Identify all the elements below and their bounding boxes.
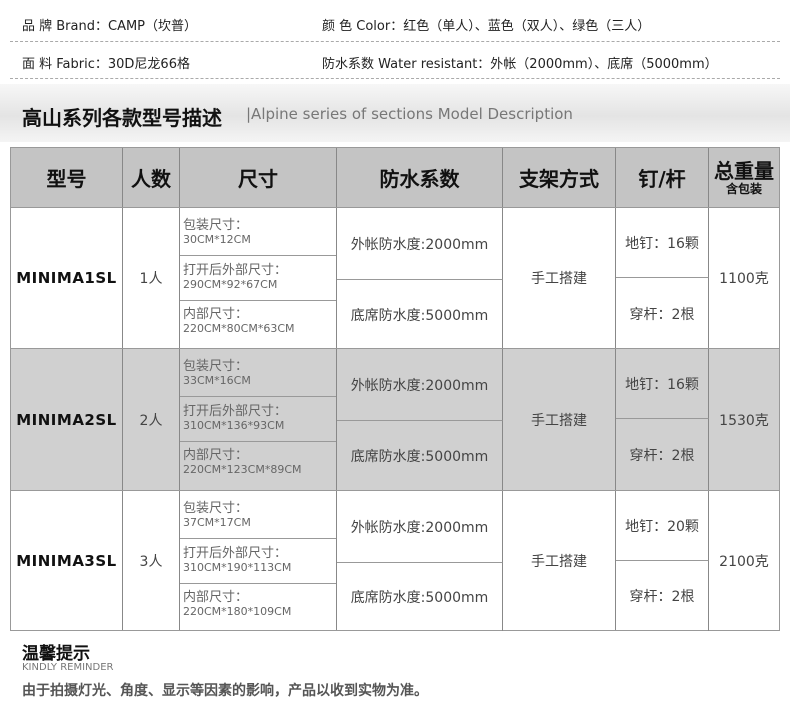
poles-cell: 穿杆：2根 bbox=[616, 278, 709, 349]
spec-row-2: 面 料 Fabric：30D尼龙66格 防水系数 Water resistant… bbox=[0, 43, 790, 79]
open-size-cell: 打开后外部尺寸： 310CM*190*113CM bbox=[180, 546, 336, 584]
model-table: 型号 人数 尺寸 防水系数 支架方式 钉/杆 总重量 含包装 MINIMA1SL… bbox=[10, 147, 780, 631]
nails-cell: 地钉：16颗 bbox=[616, 349, 709, 419]
pack-size-value: 30CM*12CM bbox=[183, 233, 251, 246]
people-cell: 1人 bbox=[123, 208, 180, 348]
model-cell: MINIMA2SL bbox=[11, 349, 123, 490]
header-people: 人数 bbox=[123, 148, 180, 207]
table-row: MINIMA3SL 3人 包装尺寸： 37CM*17CM 打开后外部尺寸： 31… bbox=[11, 490, 779, 631]
pack-size-cell: 包装尺寸： 33CM*16CM bbox=[180, 359, 336, 397]
weight-cell: 1100克 bbox=[719, 271, 769, 287]
outer-water-cell: 外帐防水度:2000mm bbox=[337, 349, 503, 421]
support-cell: 手工搭建 bbox=[503, 349, 616, 490]
color-spec: 颜 色 Color：红色（单人）、蓝色（双人）、绿色（三人） bbox=[322, 19, 651, 34]
nails-cell: 地钉：20颗 bbox=[616, 491, 709, 561]
pack-size-cell: 包装尺寸： 30CM*12CM bbox=[180, 218, 336, 256]
table-row: MINIMA2SL 2人 包装尺寸： 33CM*16CM 打开后外部尺寸： 31… bbox=[11, 348, 779, 491]
divider bbox=[10, 41, 780, 42]
open-size-value: 290CM*92*67CM bbox=[183, 278, 278, 291]
header-weight-sub: 含包装 bbox=[725, 181, 762, 196]
people-cell: 3人 bbox=[123, 491, 180, 630]
header-weight: 总重量 含包装 bbox=[709, 148, 779, 207]
divider bbox=[10, 78, 780, 79]
pack-size-value: 37CM*17CM bbox=[183, 516, 251, 529]
support-cell: 手工搭建 bbox=[503, 208, 616, 348]
model-cell: MINIMA1SL bbox=[11, 208, 123, 348]
open-size-value: 310CM*136*93CM bbox=[183, 419, 285, 432]
table-row: MINIMA1SL 1人 包装尺寸： 30CM*12CM 打开后外部尺寸： 29… bbox=[11, 207, 779, 349]
open-size-value: 310CM*190*113CM bbox=[183, 561, 292, 574]
open-size-label: 打开后外部尺寸： bbox=[183, 546, 288, 561]
fabric-spec: 面 料 Fabric：30D尼龙66格 bbox=[22, 57, 190, 72]
inner-size-label: 内部尺寸： bbox=[183, 448, 249, 463]
header-model: 型号 bbox=[11, 148, 123, 207]
open-size-label: 打开后外部尺寸： bbox=[183, 263, 288, 278]
header-size: 尺寸 bbox=[180, 148, 337, 207]
pack-size-label: 包装尺寸： bbox=[183, 359, 249, 374]
outer-water-cell: 外帐防水度:2000mm bbox=[337, 208, 503, 280]
floor-water-cell: 底席防水度:5000mm bbox=[337, 563, 503, 631]
weight-cell: 1530克 bbox=[719, 412, 769, 429]
nails-cell: 地钉：16颗 bbox=[616, 208, 709, 278]
inner-size-cell: 内部尺寸： 220CM*80CM*63CM bbox=[180, 307, 336, 347]
section-title: 高山系列各款型号描述 bbox=[22, 106, 222, 130]
reminder-text: 由于拍摄灯光、角度、显示等因素的影响，产品以收到实物为准。 bbox=[22, 683, 428, 699]
inner-size-value: 220CM*123CM*89CM bbox=[183, 463, 302, 476]
header-waterproof: 防水系数 bbox=[337, 148, 503, 207]
pack-size-cell: 包装尺寸： 37CM*17CM bbox=[180, 501, 336, 539]
floor-water-cell: 底席防水度:5000mm bbox=[337, 421, 503, 491]
header-nails: 钉/杆 bbox=[616, 148, 709, 207]
people-cell: 2人 bbox=[123, 349, 180, 490]
reminder-title: 温馨提示 bbox=[22, 644, 90, 664]
floor-water-cell: 底席防水度:5000mm bbox=[337, 280, 503, 349]
poles-cell: 穿杆：2根 bbox=[616, 561, 709, 631]
support-cell: 手工搭建 bbox=[503, 491, 616, 630]
inner-size-cell: 内部尺寸： 220CM*180*109CM bbox=[180, 590, 336, 630]
weight-cell: 2100克 bbox=[719, 553, 769, 570]
poles-cell: 穿杆：2根 bbox=[616, 419, 709, 491]
open-size-label: 打开后外部尺寸： bbox=[183, 404, 288, 419]
inner-size-label: 内部尺寸： bbox=[183, 590, 249, 605]
inner-size-label: 内部尺寸： bbox=[183, 307, 249, 322]
open-size-cell: 打开后外部尺寸： 310CM*136*93CM bbox=[180, 404, 336, 442]
header-weight-label: 总重量 bbox=[714, 158, 774, 183]
inner-size-cell: 内部尺寸： 220CM*123CM*89CM bbox=[180, 448, 336, 489]
inner-size-value: 220CM*80CM*63CM bbox=[183, 322, 295, 335]
header-support: 支架方式 bbox=[503, 148, 616, 207]
inner-size-value: 220CM*180*109CM bbox=[183, 605, 292, 618]
model-cell: MINIMA3SL bbox=[11, 491, 123, 630]
pack-size-label: 包装尺寸： bbox=[183, 218, 249, 233]
pack-size-value: 33CM*16CM bbox=[183, 374, 251, 387]
section-heading: 高山系列各款型号描述 |Alpine series of sections Mo… bbox=[0, 84, 790, 142]
reminder-subtitle: KINDLY REMINDER bbox=[22, 662, 114, 673]
spec-row-1: 品 牌 Brand：CAMP（坎普） 颜 色 Color：红色（单人）、蓝色（双… bbox=[0, 5, 790, 41]
water-spec: 防水系数 Water resistant：外帐（2000mm）、底席（5000m… bbox=[322, 57, 718, 72]
outer-water-cell: 外帐防水度:2000mm bbox=[337, 491, 503, 563]
section-subtitle: |Alpine series of sections Model Descrip… bbox=[246, 105, 573, 123]
pack-size-label: 包装尺寸： bbox=[183, 501, 249, 516]
open-size-cell: 打开后外部尺寸： 290CM*92*67CM bbox=[180, 263, 336, 301]
brand-spec: 品 牌 Brand：CAMP（坎普） bbox=[22, 19, 198, 34]
